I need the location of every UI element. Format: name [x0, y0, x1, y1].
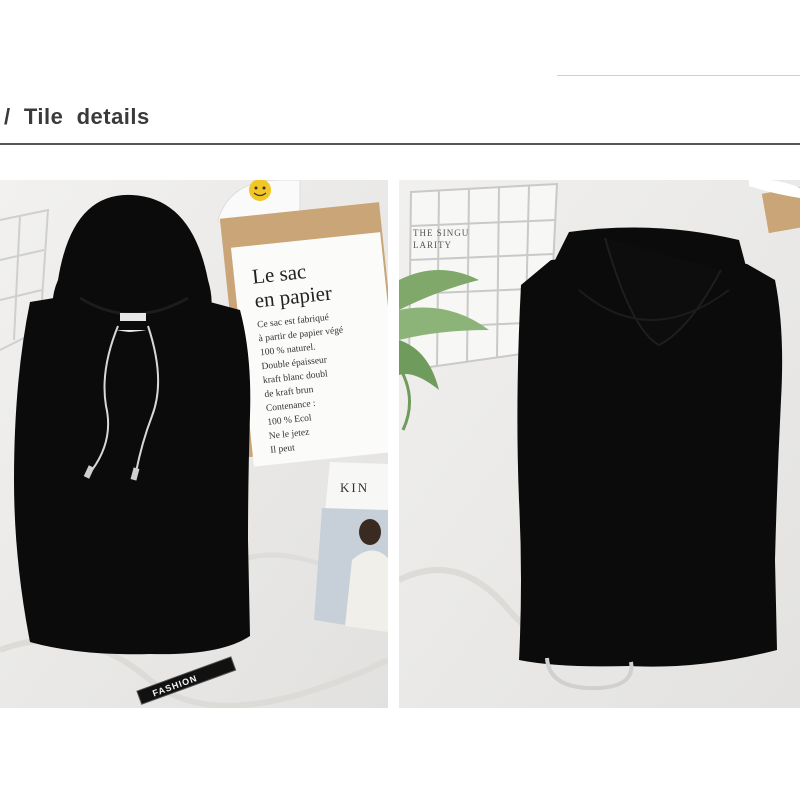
neck-label — [120, 313, 146, 321]
section-title: / Tile details — [4, 104, 150, 129]
front-view-photo: Le sac en papier Ce sac est fabriqué à p… — [0, 180, 388, 708]
svg-text:LARITY: LARITY — [413, 240, 452, 250]
svg-text:THE SINGU: THE SINGU — [413, 228, 469, 238]
title-divider — [0, 143, 800, 145]
top-divider — [557, 75, 800, 76]
back-view-photo: THE SINGU LARITY — [399, 180, 800, 708]
smiley-icon — [249, 180, 271, 201]
svg-text:KIN: KIN — [340, 480, 369, 495]
